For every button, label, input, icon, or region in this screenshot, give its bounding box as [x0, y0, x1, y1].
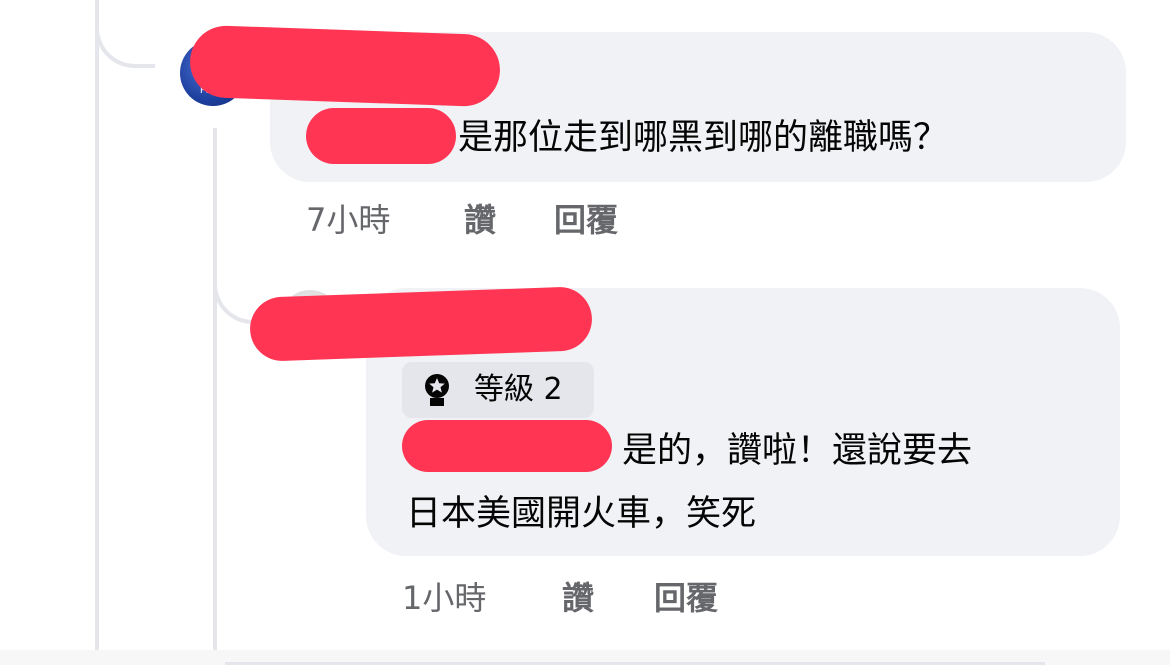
thread-connector — [95, 0, 155, 68]
reply-button[interactable]: 回覆 — [554, 198, 618, 242]
level-badge: 等級 2 — [402, 362, 594, 418]
badge-star-icon — [425, 374, 449, 406]
comment-text: 是那位走到哪黑到哪的離職嗎？ — [458, 118, 949, 158]
comment-thread: PS5 是那位走到哪黑到哪的離職嗎？ 7小時 讚 回覆 等級 2 是的，讚啦！還… — [0, 0, 1170, 665]
reply-button[interactable]: 回覆 — [654, 576, 718, 620]
level-label: 等級 2 — [474, 372, 563, 407]
comment-timestamp[interactable]: 1小時 — [402, 576, 486, 620]
comment-timestamp[interactable]: 7小時 — [306, 198, 390, 242]
redacted-author-name — [188, 24, 502, 108]
comment-text-line: 日本美國開火車，笑死 — [406, 494, 757, 534]
thread-line — [95, 0, 99, 650]
like-button[interactable]: 讚 — [562, 576, 594, 620]
reply-thread-line — [213, 128, 217, 650]
redacted-mention — [306, 108, 456, 164]
like-button[interactable]: 讚 — [464, 198, 496, 242]
redacted-mention — [402, 420, 612, 472]
comment-text-line: 是的，讚啦！還說要去 — [622, 431, 973, 471]
redacted-author-name — [248, 286, 594, 362]
